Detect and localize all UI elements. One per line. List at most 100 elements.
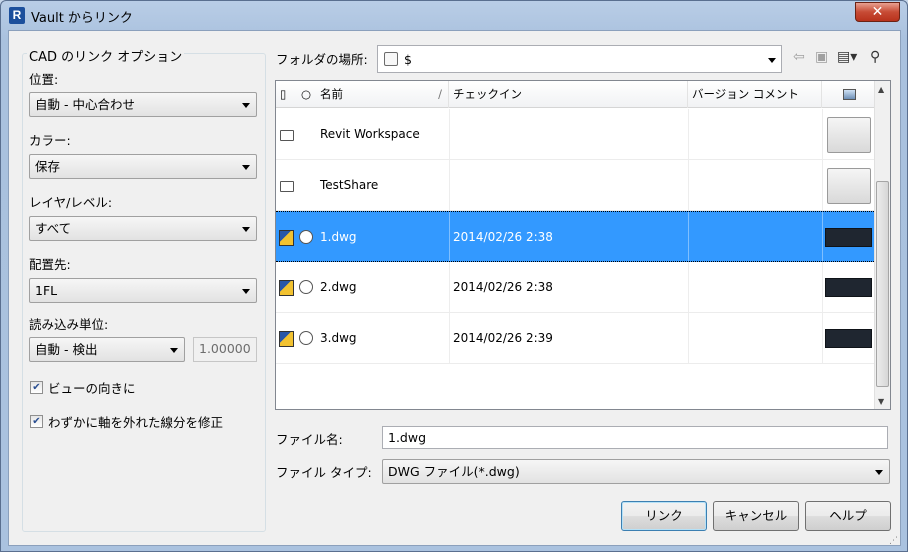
folder-icon — [280, 181, 294, 192]
correct-lines-checkbox[interactable]: ✔ — [30, 415, 43, 428]
table-row[interactable]: 2.dwg 2014/02/26 2:38 — [276, 262, 874, 313]
filetype-value: DWG ファイル(*.dwg) — [388, 464, 520, 479]
dwg-file-icon — [279, 331, 294, 347]
folder-location-value: $ — [404, 52, 412, 67]
up-folder-icon[interactable]: ▣ — [815, 48, 828, 66]
layer-label: レイヤ/レベル: — [29, 195, 113, 210]
back-arrow-icon[interactable]: ⇦ — [793, 48, 805, 66]
folder-icon — [280, 130, 294, 141]
link-button[interactable]: リンク — [621, 501, 707, 531]
image-icon — [843, 89, 856, 100]
dwg-thumbnail — [825, 329, 872, 348]
dwg-file-icon — [279, 230, 294, 246]
title-bar[interactable]: R Vault からリンク ✕ — [1, 1, 907, 31]
position-value: 自動 - 中心合わせ — [35, 97, 135, 112]
dialog-client-area: CAD のリンク オプション 位置: 自動 - 中心合わせ カラー: 保存 レイ… — [8, 30, 901, 546]
chevron-down-icon — [242, 103, 250, 108]
close-button[interactable]: ✕ — [855, 2, 900, 22]
orient-to-view-label: ビューの向きに — [48, 381, 136, 396]
folder-location-label: フォルダの場所: — [276, 52, 368, 67]
column-header-comment[interactable]: バージョン コメント — [688, 81, 822, 108]
position-label: 位置: — [29, 72, 59, 87]
filename-label: ファイル名: — [276, 432, 343, 447]
layer-value: すべて — [35, 221, 72, 236]
units-label: 読み込み単位: — [29, 317, 109, 332]
color-label: カラー: — [29, 133, 71, 148]
table-row[interactable]: 1.dwg 2014/02/26 2:38 — [276, 211, 874, 262]
chevron-down-icon — [875, 470, 883, 475]
column-divider — [822, 313, 823, 363]
sort-indicator: / — [438, 87, 442, 101]
chevron-down-icon — [242, 165, 250, 170]
help-button[interactable]: ヘルプ — [805, 501, 891, 531]
binoculars-icon[interactable]: ⚲ — [870, 48, 880, 66]
cancel-button[interactable]: キャンセル — [713, 501, 799, 531]
chevron-down-icon — [768, 58, 776, 63]
window-title: Vault からリンク — [31, 11, 133, 26]
placement-dropdown[interactable]: 1FL — [29, 278, 257, 303]
column-header-name[interactable]: 名前 / — [316, 81, 449, 108]
chevron-down-icon — [242, 289, 250, 294]
chevron-down-icon — [170, 348, 178, 353]
folder-location-dropdown[interactable]: $ — [377, 45, 782, 73]
link-options-title: CAD のリンク オプション — [27, 46, 185, 65]
column-divider — [688, 109, 689, 159]
folder-thumbnail — [827, 168, 871, 204]
vertical-scrollbar[interactable]: ▲ ▼ — [874, 81, 890, 409]
column-divider — [449, 313, 450, 363]
row-name: 3.dwg — [320, 331, 357, 345]
views-menu-icon[interactable]: ▤▾ — [837, 48, 857, 66]
row-name: 2.dwg — [320, 280, 357, 294]
column-divider — [822, 262, 823, 312]
units-scale-field: 1.00000 — [193, 337, 257, 362]
scroll-down-arrow-icon[interactable]: ▼ — [878, 397, 884, 406]
column-header-checkin[interactable]: チェックイン — [449, 81, 688, 108]
placement-label: 配置先: — [29, 257, 71, 272]
correct-lines-label: わずかに軸を外れた線分を修正 — [48, 415, 224, 430]
table-row[interactable]: TestShare — [276, 160, 874, 211]
row-name: Revit Workspace — [320, 127, 420, 141]
filetype-label: ファイル タイプ: — [276, 465, 372, 480]
status-radio[interactable] — [299, 230, 313, 244]
row-checkin: 2014/02/26 2:38 — [453, 230, 553, 244]
position-dropdown[interactable]: 自動 - 中心合わせ — [29, 92, 257, 117]
column-divider — [822, 160, 823, 210]
scrollbar-thumb[interactable] — [876, 181, 889, 387]
resize-grip-icon[interactable]: ⋰ — [889, 536, 898, 546]
filename-input[interactable]: 1.dwg — [382, 426, 888, 449]
row-checkin: 2014/02/26 2:38 — [453, 280, 553, 294]
color-dropdown[interactable]: 保存 — [29, 154, 257, 179]
status-radio[interactable] — [299, 331, 313, 345]
file-list[interactable]: ▯ ○ 名前 / チェックイン バージョン コメント Revit Workspa… — [275, 80, 891, 410]
column-divider — [449, 212, 450, 261]
filetype-dropdown[interactable]: DWG ファイル(*.dwg) — [382, 459, 890, 484]
column-divider — [822, 212, 823, 261]
vault-folder-icon — [384, 52, 398, 66]
table-row[interactable]: Revit Workspace — [276, 109, 874, 160]
column-divider — [688, 262, 689, 312]
header-status-icon: ○ — [301, 87, 312, 101]
units-dropdown[interactable]: 自動 - 検出 — [29, 337, 185, 362]
column-divider — [822, 109, 823, 159]
column-header-thumbnail[interactable] — [822, 81, 874, 108]
revit-app-icon: R — [9, 7, 25, 24]
row-name: 1.dwg — [320, 230, 357, 244]
column-divider — [688, 313, 689, 363]
chevron-down-icon — [242, 227, 250, 232]
table-row[interactable]: 3.dwg 2014/02/26 2:39 — [276, 313, 874, 364]
file-list-header: ▯ ○ 名前 / チェックイン バージョン コメント — [276, 81, 874, 108]
header-file-icon: ▯ — [280, 87, 287, 101]
layer-dropdown[interactable]: すべて — [29, 216, 257, 241]
placement-value: 1FL — [35, 283, 58, 298]
status-radio[interactable] — [299, 280, 313, 294]
column-divider — [449, 109, 450, 159]
row-checkin: 2014/02/26 2:39 — [453, 331, 553, 345]
row-name: TestShare — [320, 178, 379, 192]
dwg-file-icon — [279, 280, 294, 296]
folder-thumbnail — [827, 117, 871, 153]
dwg-thumbnail — [825, 278, 872, 297]
scroll-up-arrow-icon[interactable]: ▲ — [878, 85, 884, 94]
orient-to-view-checkbox[interactable]: ✔ — [30, 381, 43, 394]
units-value: 自動 - 検出 — [35, 342, 98, 357]
column-divider — [688, 212, 689, 261]
